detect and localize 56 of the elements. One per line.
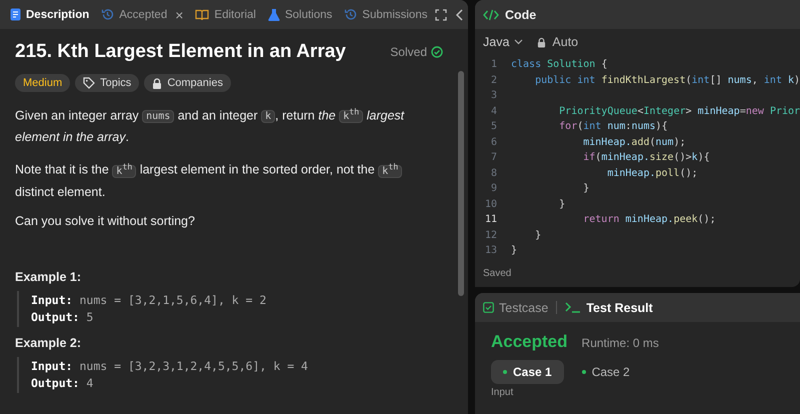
panel-tab[interactable]: Test Result	[565, 300, 653, 314]
example-output-line: Output: 4	[31, 374, 94, 392]
panel-tab[interactable]: Submissions	[344, 8, 428, 21]
panel-tab[interactable]: Testcase	[483, 300, 548, 314]
problem-title: 215. Kth Largest Element in an Array	[15, 41, 347, 63]
description-paragraph: Can you solve it without sorting?	[15, 212, 196, 230]
code-line: PriorityQueue<Integer> minHeap=new Prior	[558, 104, 800, 118]
example-heading: Example 1:	[15, 270, 82, 284]
line-number: 3	[490, 89, 498, 103]
code-line: minHeap.add(num);	[582, 136, 686, 150]
difficulty-badge: Medium	[15, 74, 70, 92]
panel-tab[interactable]: Description	[10, 8, 90, 21]
line-number: 11	[484, 213, 498, 227]
line-number: 2	[490, 74, 498, 88]
section-label: Input	[491, 387, 514, 398]
line-number: 7	[490, 151, 498, 165]
close-tab-button[interactable]: ×	[175, 6, 184, 22]
code-line: }	[534, 228, 542, 242]
mode-label: Auto	[552, 35, 578, 49]
save-status: Saved	[482, 268, 512, 281]
code-line: for(int num:nums){	[558, 120, 668, 134]
case-tab[interactable]: Case 2	[570, 360, 642, 384]
example-output-line: Output: 5	[31, 308, 94, 326]
panel-tab[interactable]: Accepted ×	[101, 6, 184, 22]
line-number: 12	[484, 228, 498, 242]
panel-tab[interactable]: Editorial	[195, 8, 256, 20]
panel-title: Code	[505, 8, 536, 22]
code-line: }	[582, 182, 590, 196]
description-paragraph: Given an integer array nums and an integer k , return the k$^{th}$ largest element in the array.	[15, 106, 406, 146]
language-dropdown[interactable]: Java	[483, 35, 524, 49]
case-tab[interactable]: Case 1	[491, 360, 564, 384]
solved-status: Solved	[390, 45, 427, 59]
topics-tag[interactable]: Topics	[75, 74, 140, 92]
example-input-line: Input: nums = [3,2,1,5,6,4], k = 2	[31, 292, 268, 309]
description-paragraph: Note that it is the k$^{th}$ largest element in the sorted order, not the k$^{th}$ distinct element.	[15, 156, 443, 202]
line-number: 10	[484, 198, 498, 212]
code-line: if(minHeap.size()>k){	[582, 151, 710, 165]
code-line: minHeap.poll();	[606, 166, 698, 180]
line-number: 4	[490, 104, 498, 118]
runtime-text: Runtime: 0 ms	[582, 336, 659, 350]
companies-tag[interactable]: Companies	[144, 74, 231, 92]
example-heading: Example 2:	[15, 336, 82, 350]
code-line: }	[511, 244, 518, 258]
line-number: 8	[490, 166, 498, 180]
line-number: 5	[490, 120, 498, 134]
line-number: 9	[490, 182, 498, 196]
example-input-line: Input: nums = [3,2,3,1,2,4,5,5,6], k = 4	[31, 358, 309, 375]
panel-tab[interactable]: Solutions	[268, 8, 332, 21]
line-number: 13	[484, 244, 498, 258]
code-line: return minHeap.peek();	[582, 213, 716, 227]
code-line: }	[558, 198, 566, 212]
code-line: class Solution {	[511, 58, 608, 72]
verdict-text: Accepted	[491, 332, 568, 352]
code-line: public int findKthLargest(int[] nums, int k)	[534, 74, 800, 88]
line-number: 6	[490, 136, 498, 150]
line-number: 1	[490, 58, 498, 72]
